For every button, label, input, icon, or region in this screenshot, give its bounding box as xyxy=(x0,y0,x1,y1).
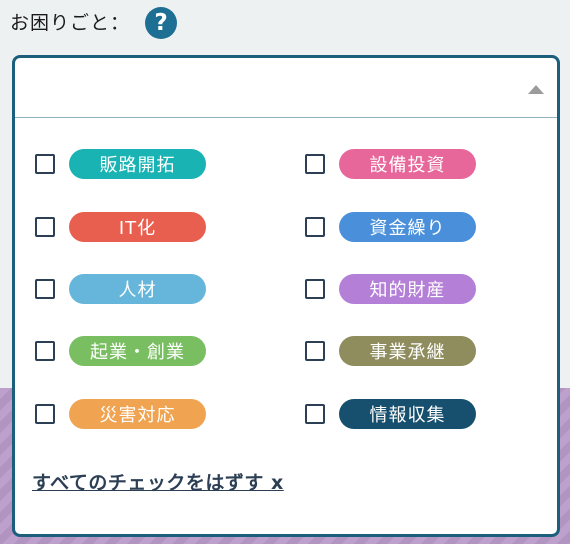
option-checkbox[interactable] xyxy=(35,279,55,299)
option-checkbox[interactable] xyxy=(35,217,55,237)
option-checkbox[interactable] xyxy=(305,154,325,174)
option-tag: 事業承継 xyxy=(339,336,476,366)
option-item[interactable]: 資金繰り xyxy=(305,212,476,242)
help-icon[interactable]: ? xyxy=(145,7,177,39)
option-checkbox[interactable] xyxy=(305,404,325,424)
option-item[interactable]: 人材 xyxy=(35,274,206,304)
dropdown-select[interactable] xyxy=(15,58,557,118)
option-tag: IT化 xyxy=(69,212,206,242)
option-tag: 知的財産 xyxy=(339,274,476,304)
option-item[interactable]: 販路開拓 xyxy=(35,149,206,179)
option-tag: 資金繰り xyxy=(339,212,476,242)
option-tag: 設備投資 xyxy=(339,149,476,179)
option-item[interactable]: 知的財産 xyxy=(305,274,476,304)
option-item[interactable]: 事業承継 xyxy=(305,336,476,366)
option-item[interactable]: 災害対応 xyxy=(35,399,206,429)
option-checkbox[interactable] xyxy=(305,279,325,299)
option-checkbox[interactable] xyxy=(35,341,55,361)
option-tag: 販路開拓 xyxy=(69,149,206,179)
option-checkbox[interactable] xyxy=(305,341,325,361)
option-tag: 災害対応 xyxy=(69,399,206,429)
option-checkbox[interactable] xyxy=(35,404,55,424)
option-checkbox[interactable] xyxy=(35,154,55,174)
filter-label: お困りごと： xyxy=(10,12,131,34)
caret-up-icon xyxy=(528,85,544,94)
option-checkbox[interactable] xyxy=(305,217,325,237)
option-tag: 起業・創業 xyxy=(69,336,206,366)
option-item[interactable]: IT化 xyxy=(35,212,206,242)
option-tag: 人材 xyxy=(69,274,206,304)
option-item[interactable]: 情報収集 xyxy=(305,399,476,429)
dropdown-panel: 販路開拓 設備投資 IT化 資金繰り人材 知的財産起業・創業 事業承継災害対応 情報収集 す… xyxy=(12,55,560,537)
option-tag: 情報収集 xyxy=(339,399,476,429)
clear-all-link[interactable]: すべてのチェックをはずす x xyxy=(32,468,284,495)
option-item[interactable]: 起業・創業 xyxy=(35,336,206,366)
option-item[interactable]: 設備投資 xyxy=(305,149,476,179)
